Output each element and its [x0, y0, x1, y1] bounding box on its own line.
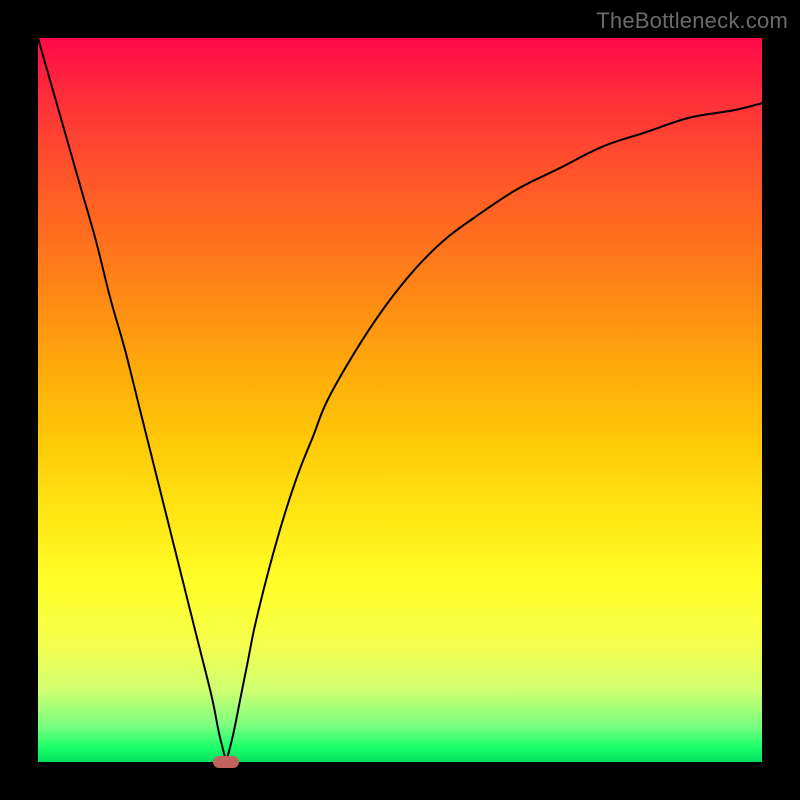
watermark-text: TheBottleneck.com — [596, 8, 788, 34]
plot-area — [38, 38, 762, 762]
bottleneck-chart: TheBottleneck.com — [0, 0, 800, 800]
bottleneck-curve-path — [38, 38, 762, 762]
minimum-marker — [213, 756, 239, 768]
curve-svg — [38, 38, 762, 762]
